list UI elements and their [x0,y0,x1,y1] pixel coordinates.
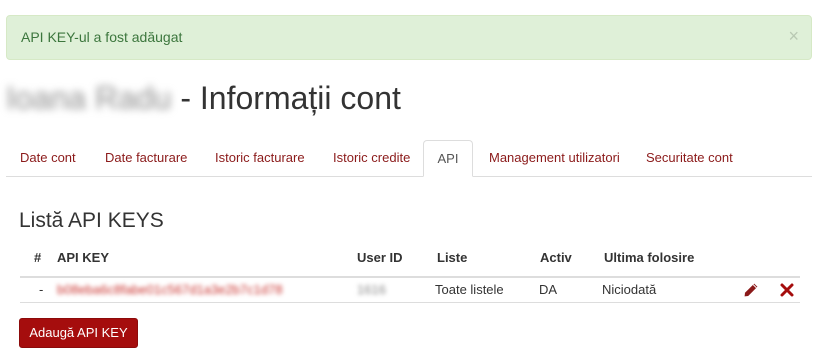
api-keys-heading: Listă API KEYS [19,209,164,232]
active-value: DA [539,282,558,297]
tab-istoric-facturare[interactable]: Istoric facturare [215,140,305,177]
last-used-value: Niciodată [602,282,657,297]
alert-message: API KEY-ul a fost adăugat [21,29,183,45]
lists-value: Toate listele [435,282,504,297]
close-icon[interactable]: × [788,16,799,56]
tab-date-cont[interactable]: Date cont [20,140,76,177]
pencil-icon[interactable] [743,282,759,298]
column-header-user-id: User ID [357,250,403,265]
column-header-index: # [34,250,42,265]
account-tabs: Date cont Date facturare Istoric factura… [6,140,812,177]
delete-x-icon[interactable] [779,282,795,298]
tab-management-utilizatori[interactable]: Management utilizatori [489,140,620,177]
tab-date-facturare[interactable]: Date facturare [105,140,187,177]
page-title: Ioana Radu - Informații cont [6,78,401,118]
add-api-key-button[interactable]: Adaugă API KEY [19,318,138,348]
api-key-value: b08eba6c8fabe01c567d1a3e2b7c1d78 [57,282,283,297]
column-header-api-key: API KEY [57,250,110,265]
column-header-lists: Liste [437,250,468,265]
user-id-value: 1616 [357,282,386,297]
tab-api[interactable]: API [423,140,473,177]
table-header-divider [20,276,800,278]
table-row-divider [20,302,800,303]
tab-securitate-cont[interactable]: Securitate cont [646,140,733,177]
page-title-suffix: - Informații cont [171,80,401,116]
account-owner-name: Ioana Radu [6,80,172,116]
tab-istoric-credite[interactable]: Istoric credite [333,140,410,177]
column-header-active: Activ [540,250,572,265]
row-index: - [39,282,44,297]
success-alert: API KEY-ul a fost adăugat × [6,15,812,60]
column-header-last-used: Ultima folosire [604,250,695,265]
